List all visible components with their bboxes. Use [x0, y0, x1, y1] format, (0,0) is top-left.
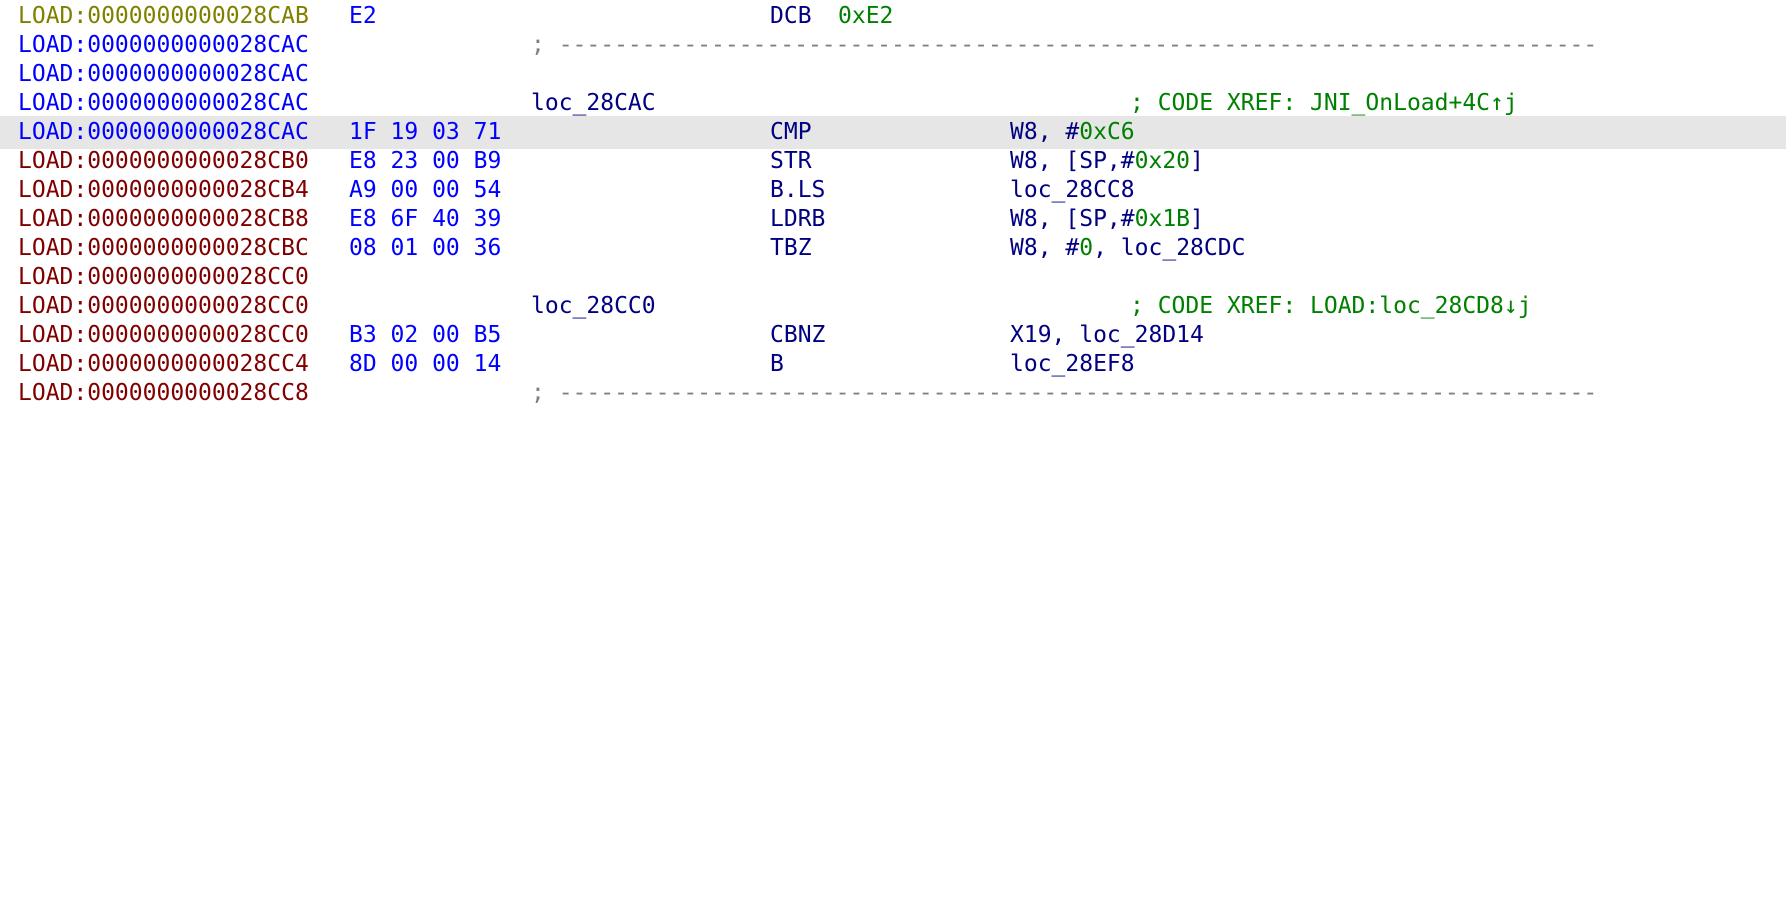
disasm-line[interactable]: LOAD:0000000000028CC8 ; ----------------…: [0, 377, 1786, 410]
operand-number: 0: [1079, 235, 1094, 261]
disassembly-view[interactable]: LOAD:0000000000028CAB E2 DCB 0xE2 LOAD:0…: [0, 0, 1786, 459]
operand-part: ]: [1190, 206, 1204, 232]
operand-number: 0x1B: [1134, 206, 1191, 232]
operand-part: W8, #: [1010, 119, 1080, 145]
line-address[interactable]: LOAD:0000000000028CC8: [18, 377, 309, 410]
separator-comment: ; --------------------------------------…: [531, 380, 1598, 406]
operand-part: W8, #: [1010, 235, 1080, 261]
operand-part: loc_28CC8: [1010, 177, 1135, 203]
operand-number: 0xC6: [1079, 119, 1135, 145]
operand-part: loc_28EF8: [1010, 351, 1135, 377]
operand-part: X19, loc_28D14: [1010, 322, 1204, 348]
operand-part: W8, [SP,#: [1010, 206, 1135, 232]
operand-number: 0x20: [1134, 148, 1191, 174]
operand-part: , loc_28CDC: [1093, 235, 1246, 261]
operand-part: ]: [1190, 148, 1204, 174]
operand-part: W8, [SP,#: [1010, 148, 1135, 174]
